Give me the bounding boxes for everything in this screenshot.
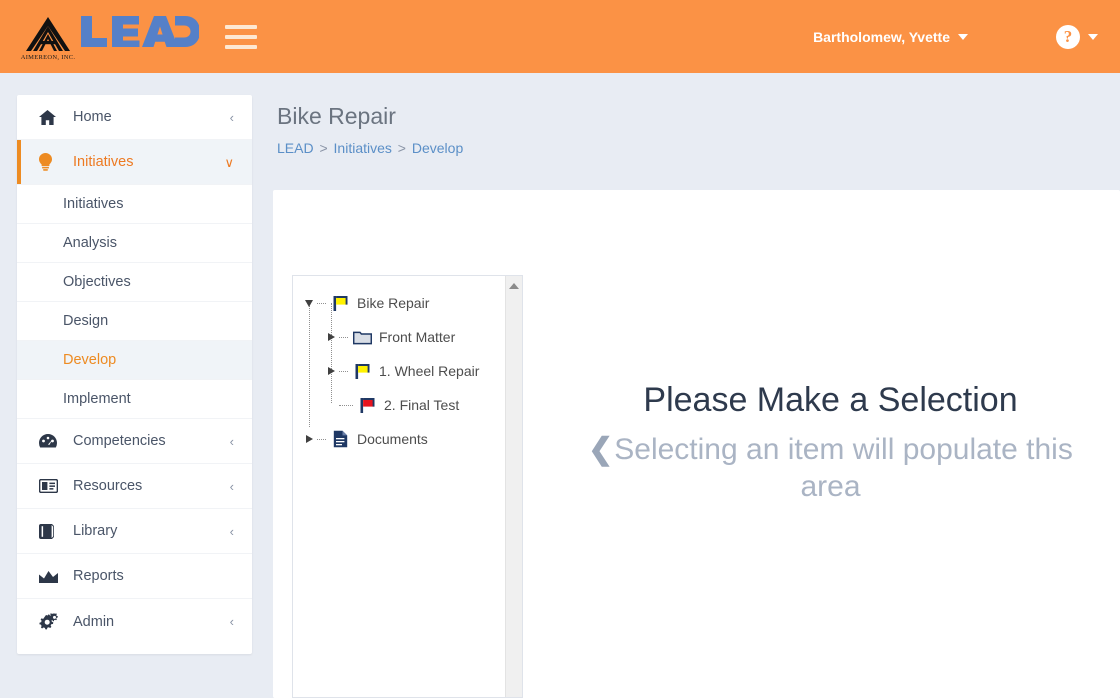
tree-node-label: 2. Final Test xyxy=(384,397,460,413)
chevron-left-icon: ‹ xyxy=(229,614,234,629)
sidebar-subitem-develop[interactable]: Develop xyxy=(17,341,252,380)
sidebar-subitem-implement[interactable]: Implement xyxy=(17,380,252,419)
breadcrumb-separator: > xyxy=(319,140,328,156)
sidebar-subitem-objectives[interactable]: Objectives xyxy=(17,263,252,302)
sidebar-item-label: Reports xyxy=(73,568,124,584)
book-icon xyxy=(39,523,61,539)
sidebar-item-label: Admin xyxy=(73,613,115,630)
tree-connector-dots xyxy=(339,404,353,406)
chevron-left-icon: ‹ xyxy=(229,478,234,494)
sidebar-item-label: Library xyxy=(73,523,118,539)
tree-toggle-collapsed-icon[interactable] xyxy=(323,354,339,388)
breadcrumb-link-initiatives[interactable]: Initiatives xyxy=(334,140,392,156)
tree-scrollbar[interactable] xyxy=(505,276,522,697)
brand-logo[interactable]: AIMEREON, INC. xyxy=(20,12,200,61)
chevron-down-icon: ∨ xyxy=(224,154,234,170)
sidebar-subitem-design[interactable]: Design xyxy=(17,302,252,341)
breadcrumb-link-lead[interactable]: LEAD xyxy=(277,140,314,156)
page-title: Bike Repair xyxy=(277,103,396,129)
chevron-left-icon: ❮ xyxy=(588,432,614,466)
content-card: Bike Repair Front Matter 1. Wheel Repair… xyxy=(273,190,1120,698)
tree-node-bike-repair[interactable]: Bike Repair xyxy=(293,286,506,320)
sidebar-item-home[interactable]: Home ‹ xyxy=(17,95,252,140)
tree-connector-dots xyxy=(317,438,326,440)
id-card-icon xyxy=(39,479,61,493)
empty-state: Please Make a Selection ❮Selecting an it… xyxy=(558,380,1103,506)
sidebar: Home ‹ Initiatives ∨ Initiatives Analysi… xyxy=(17,95,252,654)
tree-node-label: Documents xyxy=(357,431,428,447)
initiatives-submenu: Initiatives Analysis Objectives Design D… xyxy=(17,185,252,419)
chevron-left-icon: ‹ xyxy=(229,523,234,539)
sidebar-item-label: Initiatives xyxy=(73,154,134,170)
sidebar-item-label: Competencies xyxy=(73,433,166,449)
tree-node-front-matter[interactable]: Front Matter xyxy=(293,320,506,354)
app-header: AIMEREON, INC. Bartholomew, Yvette ? xyxy=(0,0,1120,73)
user-menu-button[interactable]: Bartholomew, Yvette xyxy=(813,29,968,45)
company-name: AIMEREON, INC. xyxy=(20,53,76,61)
sidebar-item-label: Resources xyxy=(73,478,143,494)
document-icon xyxy=(329,429,351,449)
hamburger-bar xyxy=(225,44,257,49)
sidebar-item-reports[interactable]: Reports xyxy=(17,554,252,599)
sidebar-item-initiatives[interactable]: Initiatives ∨ xyxy=(17,140,252,185)
sidebar-item-label: Home xyxy=(73,109,112,125)
help-icon: ? xyxy=(1056,24,1080,49)
main-content: Bike Repair LEAD > Initiatives > Develop xyxy=(273,95,1120,698)
lead-logotype xyxy=(81,16,200,47)
tree-node-label: 1. Wheel Repair xyxy=(379,363,480,379)
triangle-a-mark xyxy=(26,16,70,51)
red-flag-icon xyxy=(356,395,378,415)
sidebar-item-library[interactable]: Library ‹ xyxy=(17,509,252,554)
tree-toggle-expanded-icon[interactable] xyxy=(301,286,317,320)
sidebar-item-admin[interactable]: Admin ‹ xyxy=(17,599,252,644)
lead-wordmark xyxy=(79,12,200,57)
yellow-flag-icon xyxy=(329,293,351,313)
scroll-up-arrow-icon[interactable] xyxy=(509,283,519,289)
breadcrumb-link-develop[interactable]: Develop xyxy=(412,140,463,156)
help-menu-button[interactable]: ? xyxy=(1056,24,1098,49)
tachometer-icon xyxy=(39,433,61,449)
tree-node-label: Bike Repair xyxy=(357,295,430,311)
empty-state-subtitle: ❮Selecting an item will populate this ar… xyxy=(558,431,1103,506)
tree-node-label: Front Matter xyxy=(379,329,456,345)
sidebar-subitem-initiatives[interactable]: Initiatives xyxy=(17,185,252,224)
tree-toggle-collapsed-icon[interactable] xyxy=(301,422,317,456)
cogs-icon xyxy=(39,613,61,630)
chevron-down-icon xyxy=(1088,33,1098,40)
hamburger-menu-button[interactable] xyxy=(225,24,257,49)
tree-root: Bike Repair Front Matter 1. Wheel Repair… xyxy=(293,276,506,697)
initiative-tree-panel: Bike Repair Front Matter 1. Wheel Repair… xyxy=(292,275,523,698)
breadcrumb: LEAD > Initiatives > Develop xyxy=(277,140,1120,156)
tree-connector-dots xyxy=(339,336,348,338)
empty-state-subtitle-text: Selecting an item will populate this are… xyxy=(614,432,1073,504)
hamburger-bar xyxy=(225,34,257,39)
tree-toggle-collapsed-icon[interactable] xyxy=(323,320,339,354)
user-name-label: Bartholomew, Yvette xyxy=(813,28,950,45)
empty-state-title: Please Make a Selection xyxy=(643,381,1018,419)
chevron-left-icon: ‹ xyxy=(229,109,234,125)
breadcrumb-separator: > xyxy=(397,140,406,156)
folder-icon xyxy=(351,327,373,347)
header-right-group: Bartholomew, Yvette ? xyxy=(813,24,1120,49)
yellow-flag-icon xyxy=(351,361,373,381)
chevron-left-icon: ‹ xyxy=(229,433,234,449)
tree-connector-dots xyxy=(339,370,348,372)
sidebar-item-competencies[interactable]: Competencies ‹ xyxy=(17,419,252,464)
sidebar-subitem-analysis[interactable]: Analysis xyxy=(17,224,252,263)
tree-node-final-test[interactable]: 2. Final Test xyxy=(293,388,506,422)
tree-connector-dots xyxy=(317,302,326,304)
tree-toggle-leaf xyxy=(323,388,339,422)
tree-node-wheel-repair[interactable]: 1. Wheel Repair xyxy=(293,354,506,388)
home-icon xyxy=(39,109,61,125)
lightbulb-icon xyxy=(39,153,61,171)
aimereon-triangle-logo: AIMEREON, INC. xyxy=(20,13,76,61)
hamburger-bar xyxy=(225,24,257,29)
area-chart-icon xyxy=(39,570,61,583)
chevron-down-icon xyxy=(958,33,968,40)
tree-node-documents[interactable]: Documents xyxy=(293,422,506,456)
sidebar-item-resources[interactable]: Resources ‹ xyxy=(17,464,252,509)
